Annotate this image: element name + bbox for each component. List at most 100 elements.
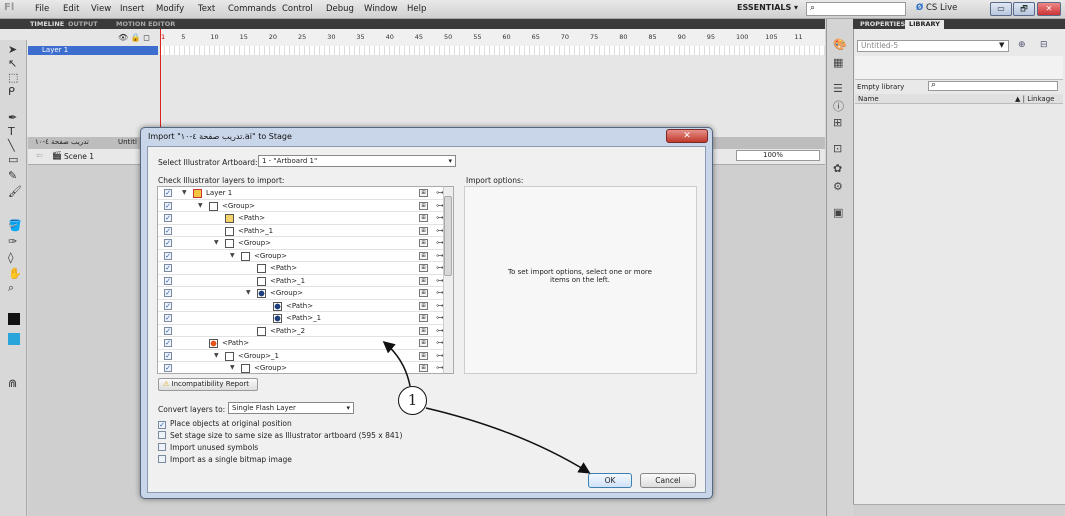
- hand-tool-icon[interactable]: ✋: [8, 268, 22, 280]
- tree-row[interactable]: ✓ ▼ <Group> ⊞ ⊶: [158, 362, 446, 373]
- playhead[interactable]: [160, 29, 161, 137]
- zoom-select[interactable]: 100%: [736, 150, 820, 161]
- color-panel-icon[interactable]: 🎨: [833, 38, 847, 51]
- stroke-color-swatch[interactable]: [8, 313, 20, 325]
- bitmap-toggle-icon[interactable]: ⊞: [419, 339, 428, 347]
- checkbox[interactable]: ✓: [164, 214, 172, 222]
- bitmap-toggle-icon[interactable]: ⊞: [419, 314, 428, 322]
- tree-row[interactable]: ✓ <Path> ⊞ ⊶: [158, 300, 446, 312]
- bitmap-toggle-icon[interactable]: ⊞: [419, 351, 428, 360]
- tab-timeline[interactable]: TIMELINE: [30, 19, 64, 29]
- tree-row[interactable]: ✓ <Path>_1 ⊞ ⊶: [158, 225, 446, 237]
- disclosure-triangle-icon[interactable]: ▼: [230, 251, 235, 261]
- transform-panel-icon[interactable]: ⊞: [833, 116, 842, 129]
- menu-window[interactable]: Window: [364, 4, 398, 14]
- bitmap-toggle-icon[interactable]: ⊞: [419, 226, 428, 235]
- convert-layers-select[interactable]: Single Flash Layer ▾: [228, 402, 354, 414]
- disclosure-triangle-icon[interactable]: ▼: [246, 288, 251, 298]
- column-linkage[interactable]: ▲ | Linkage: [1015, 94, 1054, 104]
- dialog-close-button[interactable]: ✕: [666, 129, 708, 143]
- minimize-button[interactable]: ▭: [990, 2, 1012, 16]
- checkbox[interactable]: [158, 455, 166, 463]
- bitmap-toggle-icon[interactable]: ⊞: [419, 289, 428, 297]
- checkbox[interactable]: ✓: [164, 314, 172, 322]
- tree-row[interactable]: ✓ ▼ <Group> ⊞ ⊶: [158, 237, 446, 250]
- bitmap-toggle-icon[interactable]: ⊞: [419, 276, 428, 285]
- pen-tool-icon[interactable]: ✒: [8, 112, 17, 124]
- tab-motion-editor[interactable]: MOTION EDITOR: [116, 19, 175, 29]
- disclosure-triangle-icon[interactable]: ▼: [214, 238, 219, 248]
- components-panel-icon[interactable]: ⊡: [833, 142, 842, 155]
- checkbox[interactable]: ✓: [164, 264, 172, 272]
- checkbox[interactable]: ✓: [164, 351, 172, 360]
- checkbox[interactable]: [158, 431, 166, 439]
- lasso-tool-icon[interactable]: ᑭ: [8, 86, 15, 98]
- eraser-tool-icon[interactable]: ◊: [8, 252, 13, 264]
- pencil-tool-icon[interactable]: ✎: [8, 170, 17, 182]
- option-stage-size[interactable]: Set stage size to same size as Illustrat…: [158, 431, 402, 441]
- tab-output[interactable]: OUTPUT: [68, 19, 98, 29]
- layer-visibility-icons[interactable]: 👁 🔒 ◻: [118, 33, 150, 42]
- option-single-bitmap[interactable]: Import as a single bitmap image: [158, 455, 292, 465]
- checkbox[interactable]: ✓: [164, 326, 172, 335]
- cs-live-button[interactable]: Ø CS Live: [916, 3, 957, 13]
- new-library-panel-icon[interactable]: ⊟: [1040, 40, 1048, 50]
- tree-scroll-thumb[interactable]: [444, 196, 452, 276]
- tree-row[interactable]: ✓ ▼ <Group>_1 ⊞ ⊶: [158, 350, 446, 362]
- disclosure-triangle-icon[interactable]: ▼: [182, 188, 187, 198]
- free-transform-tool-icon[interactable]: ⬚: [8, 72, 18, 84]
- checkbox[interactable]: ✓: [164, 289, 172, 297]
- option-place-original[interactable]: ✓ Place objects at original position: [158, 419, 292, 429]
- menu-commands[interactable]: Commands: [228, 4, 276, 14]
- option-unused-symbols[interactable]: Import unused symbols: [158, 443, 258, 453]
- motion-presets-icon[interactable]: ✿: [833, 162, 842, 175]
- paint-bucket-tool-icon[interactable]: 🪣: [8, 220, 22, 232]
- bitmap-toggle-icon[interactable]: ⊞: [419, 301, 428, 310]
- tree-row[interactable]: ✓ <Path>_1 ⊞ ⊶: [158, 312, 446, 325]
- bitmap-toggle-icon[interactable]: ⊞: [419, 214, 428, 222]
- frame-strip[interactable]: [160, 46, 825, 55]
- column-name[interactable]: Name: [858, 94, 879, 104]
- bitmap-toggle-icon[interactable]: ⊞: [419, 189, 428, 197]
- checkbox[interactable]: ✓: [164, 364, 172, 372]
- menu-edit[interactable]: Edit: [63, 4, 79, 14]
- project-panel-icon[interactable]: ▣: [833, 206, 843, 219]
- tree-row[interactable]: ✓ ▼ <Group> ⊞ ⊶: [158, 250, 446, 262]
- checkbox[interactable]: ✓: [164, 339, 172, 347]
- snap-to-objects-icon[interactable]: ⋒: [8, 378, 17, 390]
- tree-row[interactable]: ✓ <Path>_1 ⊞ ⊶: [158, 275, 446, 287]
- tree-row[interactable]: ✓ <Path> ⊞ ⊶: [158, 262, 446, 275]
- line-tool-icon[interactable]: ╲: [8, 140, 15, 152]
- code-snippets-icon[interactable]: ⚙: [833, 180, 843, 193]
- bitmap-toggle-icon[interactable]: ⊞: [419, 326, 428, 335]
- document-tab[interactable]: Untitl: [118, 138, 137, 146]
- cancel-button[interactable]: Cancel: [640, 473, 696, 488]
- artboard-select[interactable]: 1 - "Artboard 1" ▾: [258, 155, 456, 167]
- help-search-input[interactable]: ⌕: [806, 2, 906, 16]
- bitmap-toggle-icon[interactable]: ⊞: [419, 264, 428, 272]
- maximize-button[interactable]: 🗗: [1013, 2, 1035, 16]
- bitmap-toggle-icon[interactable]: ⊞: [419, 201, 428, 210]
- checkbox[interactable]: ✓: [164, 189, 172, 197]
- workspace-switcher[interactable]: ESSENTIALS ▾: [737, 3, 798, 12]
- chevron-down-icon[interactable]: ▼: [999, 41, 1004, 49]
- checkbox[interactable]: ✓: [164, 239, 172, 247]
- library-document-select[interactable]: Untitled-5: [857, 40, 1009, 52]
- tree-row[interactable]: ✓ ▼ <Group> ⊞ ⊶: [158, 287, 446, 300]
- tab-library[interactable]: LIBRARY: [905, 20, 944, 29]
- tab-properties[interactable]: PROPERTIES: [856, 20, 909, 29]
- disclosure-triangle-icon[interactable]: ▼: [214, 351, 219, 361]
- rectangle-tool-icon[interactable]: ▭: [8, 154, 18, 166]
- checkbox[interactable]: ✓: [164, 226, 172, 235]
- menu-help[interactable]: Help: [407, 4, 426, 14]
- arabic-document-tab[interactable]: تدريب صفحة ٤-١٠: [35, 138, 89, 146]
- window-close-button[interactable]: ✕: [1037, 2, 1061, 16]
- checkbox[interactable]: ✓: [164, 301, 172, 310]
- bitmap-toggle-icon[interactable]: ⊞: [419, 251, 428, 260]
- selection-tool-icon[interactable]: ➤: [8, 44, 17, 56]
- subselection-tool-icon[interactable]: ↖: [8, 58, 17, 70]
- menu-insert[interactable]: Insert: [120, 4, 144, 14]
- tree-row[interactable]: ✓ <Path>_2 ⊞ ⊶: [158, 325, 446, 337]
- zoom-tool-icon[interactable]: ⌕: [8, 282, 14, 294]
- tree-row[interactable]: ✓ <Path> ⊞ ⊶: [158, 212, 446, 225]
